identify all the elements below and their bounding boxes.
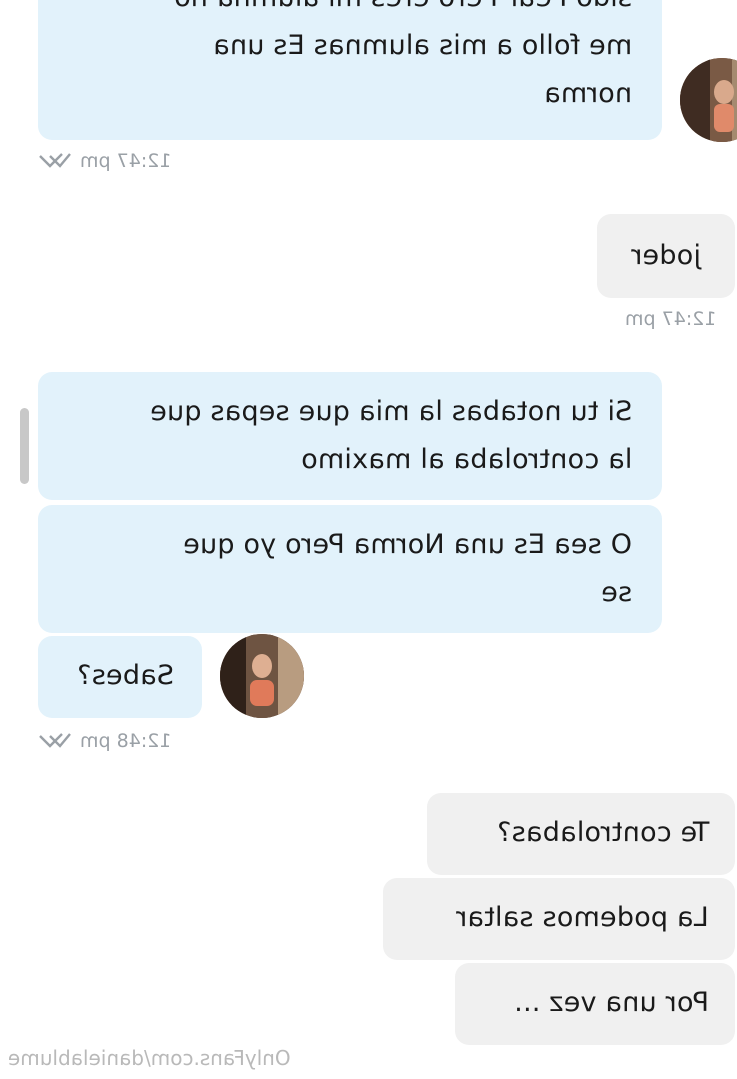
message-text: O sea Es una Norma Pero yo que: [183, 529, 632, 560]
message-bubble-incoming[interactable]: O sea Es una Norma Pero yo que se: [38, 505, 662, 633]
contact-avatar[interactable]: [680, 58, 737, 142]
message-bubble-outgoing[interactable]: joder: [597, 214, 735, 298]
message-text: Por una vez ...: [514, 987, 709, 1018]
message-text: joder: [631, 240, 701, 271]
message-text: me follo a mis alumnas Es una: [212, 30, 632, 61]
message-text: sido Pear Pero eres mi alumna no: [174, 0, 632, 16]
message-bubble-outgoing[interactable]: La podemos saltar: [383, 878, 735, 960]
message-text: norma: [543, 78, 632, 109]
double-check-icon: [39, 733, 71, 748]
message-text: se: [600, 577, 632, 608]
message-text: La podemos saltar: [456, 902, 709, 933]
watermark-text: OnlyFans.com/danielablume: [8, 1046, 291, 1070]
message-meta: 12:48 pm: [38, 730, 171, 752]
message-bubble-incoming[interactable]: Si tu notabas la mia que sepas que la co…: [38, 372, 662, 500]
message-bubble-outgoing[interactable]: Por una vez ...: [455, 963, 735, 1045]
message-text: la controlaba al maximo: [300, 444, 632, 475]
message-time: 12:47 pm: [80, 150, 172, 172]
message-text: Sabes?: [76, 660, 174, 691]
watermark: OnlyFans.com/danielablume: [8, 1046, 291, 1070]
contact-avatar[interactable]: [220, 634, 304, 718]
avatar-photo-icon: [220, 634, 304, 718]
message-time: 12:48 pm: [80, 730, 172, 752]
avatar-photo-icon: [680, 58, 737, 142]
message-text: Te controlabas?: [496, 817, 709, 848]
message-time: 12:47 pm: [625, 308, 717, 330]
message-meta: 12:47 pm: [38, 150, 171, 172]
double-check-icon: [39, 153, 71, 168]
message-meta: 12:47 pm: [625, 308, 716, 330]
chat-thread: sido Pear Pero eres mi alumna no me foll…: [0, 0, 737, 1079]
scrollbar-thumb[interactable]: [20, 408, 29, 484]
message-bubble-outgoing[interactable]: Te controlabas?: [427, 793, 735, 875]
message-text: Si tu notabas la mia que sepas que: [149, 396, 632, 427]
message-bubble-incoming[interactable]: sido Pear Pero eres mi alumna no me foll…: [38, 0, 662, 140]
message-bubble-incoming[interactable]: Sabes?: [38, 636, 202, 718]
